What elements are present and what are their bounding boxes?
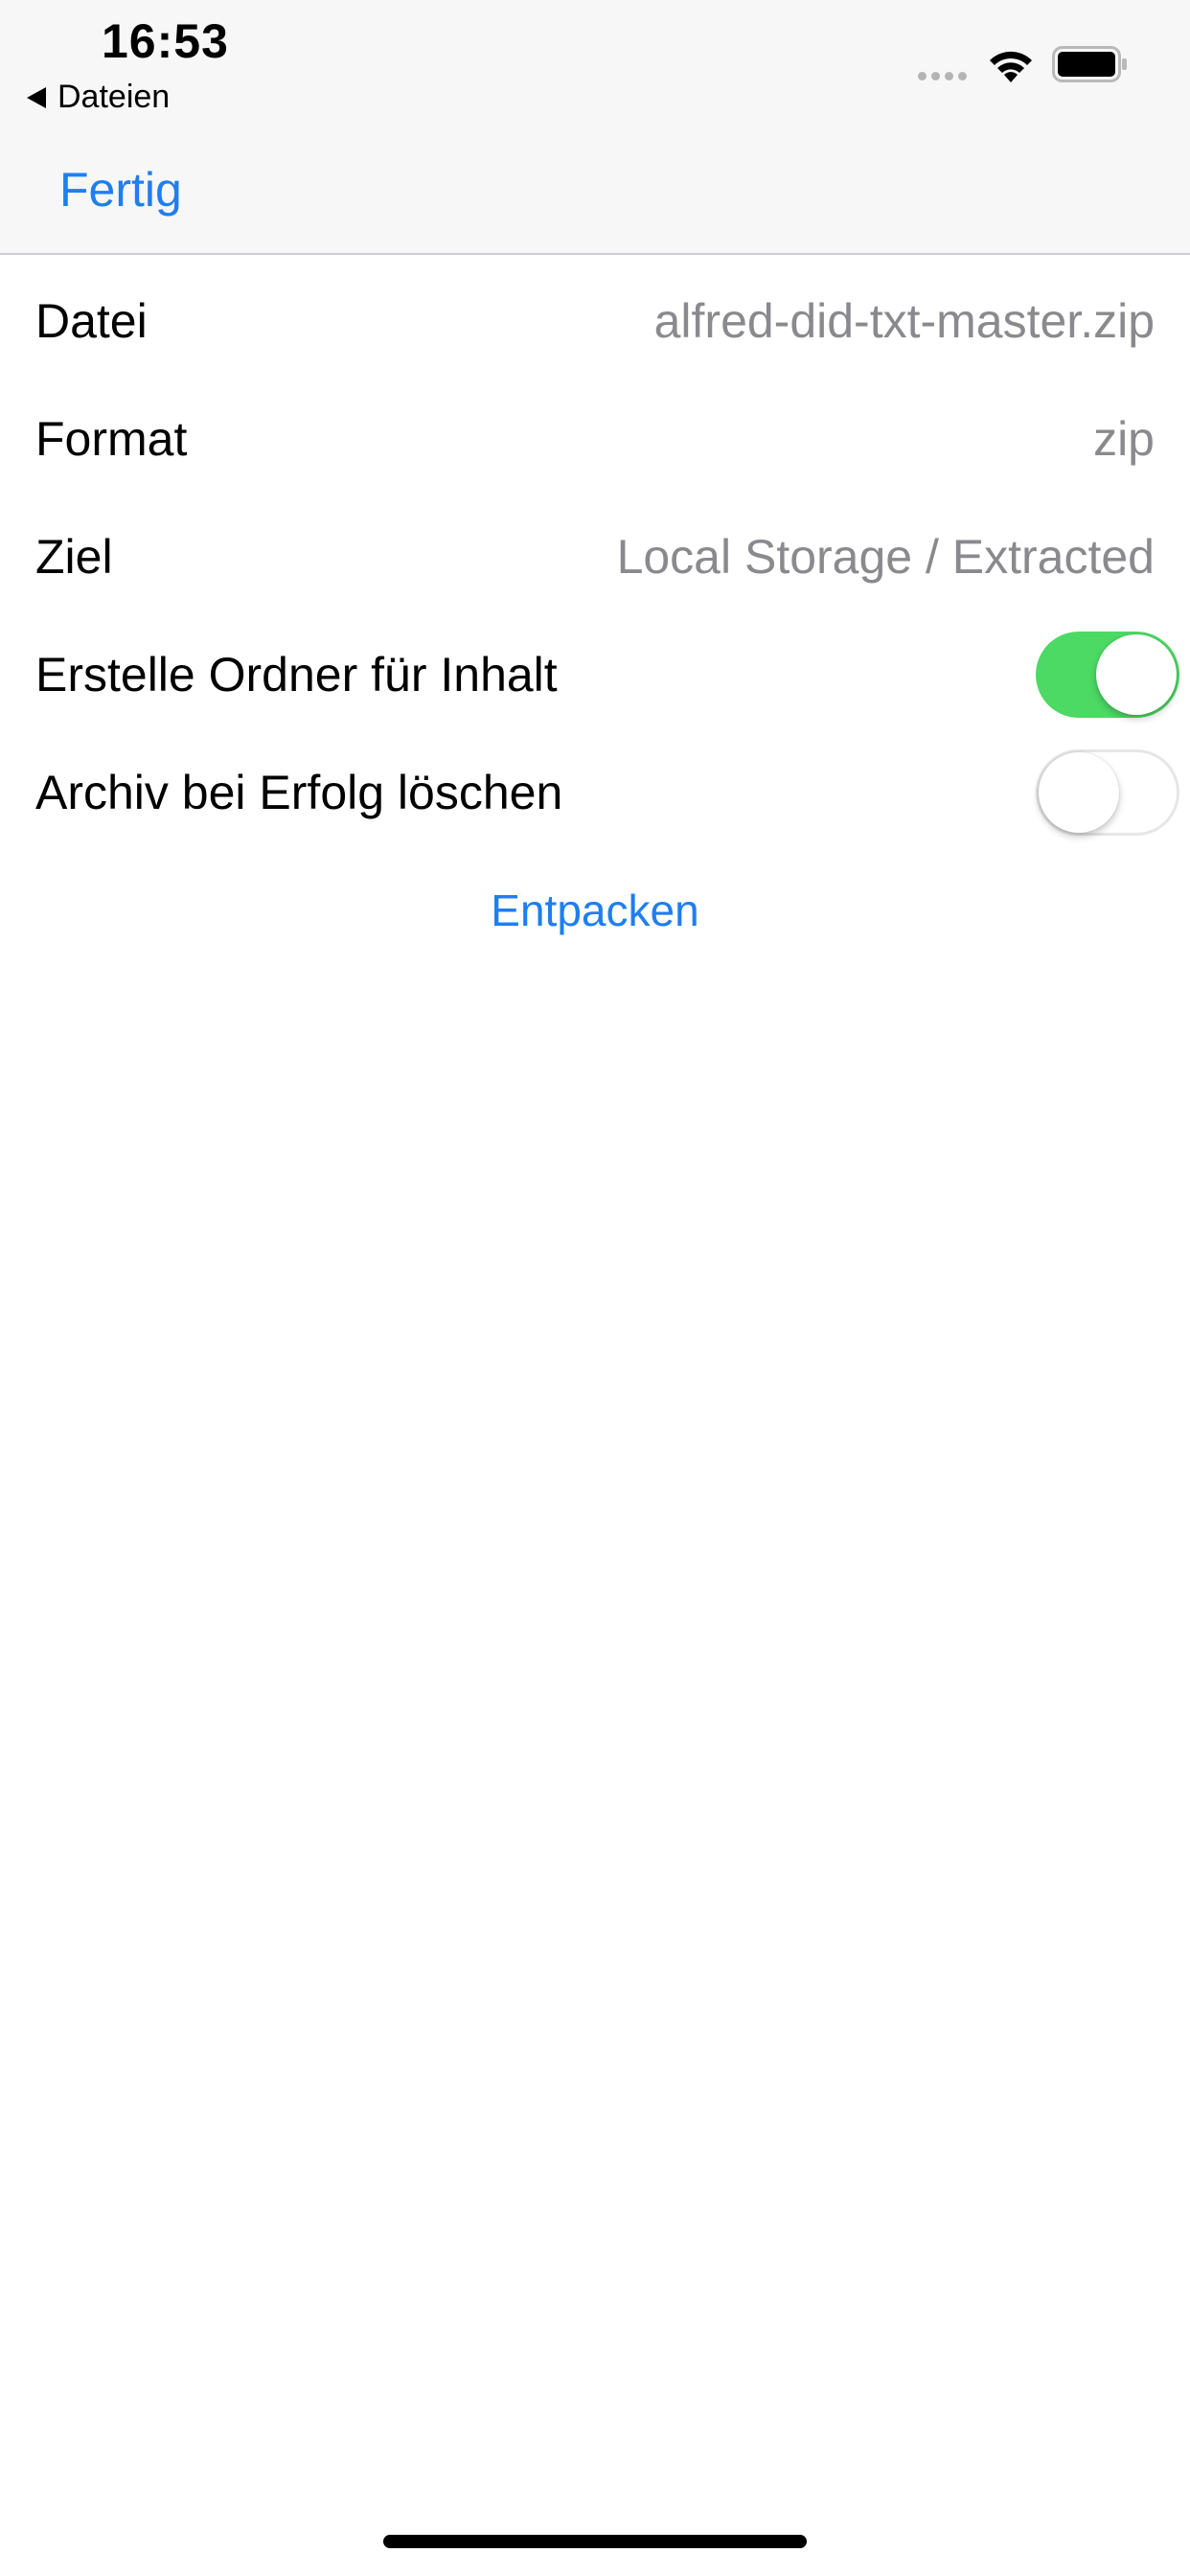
toggle-knob	[1039, 751, 1119, 833]
file-value: alfred-did-txt-master.zip	[653, 293, 1155, 348]
create-folder-row: Erstelle Ordner für Inhalt	[0, 615, 1190, 733]
home-indicator[interactable]	[383, 2535, 807, 2548]
file-label: Datei	[35, 293, 148, 348]
format-row: Format zip	[0, 380, 1190, 497]
done-button[interactable]: Fertig	[59, 159, 182, 220]
destination-row[interactable]: Ziel Local Storage / Extracted	[0, 497, 1190, 615]
destination-label: Ziel	[35, 529, 113, 584]
format-value: zip	[1093, 411, 1155, 466]
back-app-label: Dateien	[57, 79, 171, 115]
toggle-knob	[1096, 633, 1177, 715]
back-to-app-link[interactable]: Dateien	[27, 79, 170, 116]
signal-dots-icon	[918, 72, 967, 80]
wifi-icon	[990, 51, 1032, 82]
create-folder-toggle[interactable]	[1036, 631, 1179, 718]
delete-archive-row: Archiv bei Erfolg löschen	[0, 733, 1190, 851]
back-arrow-icon	[27, 86, 46, 108]
delete-archive-toggle[interactable]	[1036, 748, 1179, 836]
delete-archive-label: Archiv bei Erfolg löschen	[35, 765, 563, 819]
create-folder-label: Erstelle Ordner für Inhalt	[35, 647, 558, 702]
extract-button[interactable]: Entpacken	[0, 851, 1190, 969]
destination-value: Local Storage / Extracted	[616, 529, 1155, 584]
top-bar: 16:53 Dateien Fertig	[0, 0, 1190, 255]
file-row: Datei alfred-did-txt-master.zip	[0, 262, 1190, 380]
status-time: 16:53	[102, 14, 229, 68]
battery-icon	[1052, 46, 1127, 82]
format-label: Format	[35, 411, 188, 466]
